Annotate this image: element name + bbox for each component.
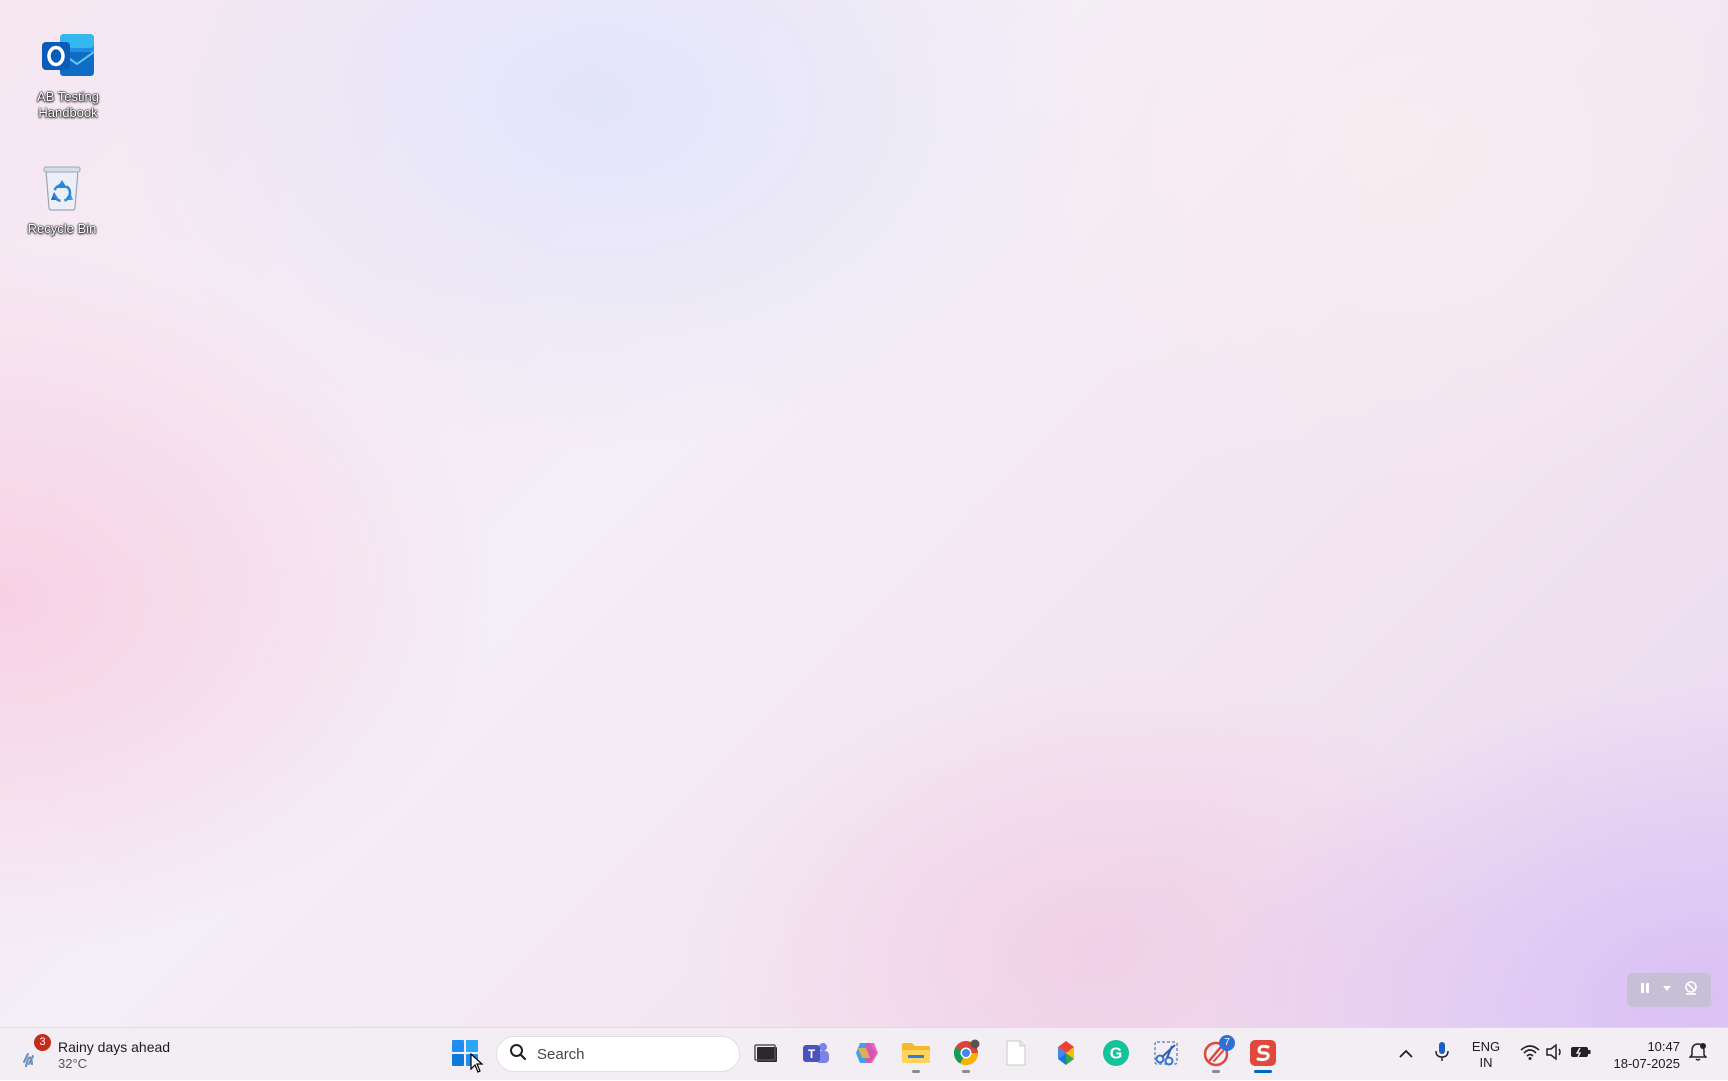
microphone-icon	[1434, 1041, 1450, 1068]
svg-text:G: G	[1110, 1045, 1122, 1062]
grammarly-icon: G	[1102, 1039, 1130, 1072]
notification-center-button[interactable]	[1686, 1028, 1710, 1081]
language-code: ENG	[1471, 1038, 1501, 1054]
quick-settings-button[interactable]	[1514, 1028, 1598, 1081]
chrome-icon	[952, 1039, 980, 1072]
search-label: Search	[537, 1045, 585, 1063]
taskbar-app-photos[interactable]	[1046, 1036, 1086, 1074]
svg-text:T: T	[808, 1047, 816, 1061]
teams-icon: T	[802, 1040, 830, 1071]
dropdown-icon[interactable]	[1661, 981, 1673, 999]
app-notification-badge: 7	[1219, 1035, 1235, 1051]
rain-cloud-icon	[20, 1053, 50, 1074]
running-indicator	[962, 1070, 970, 1073]
volume-icon	[1546, 1043, 1564, 1065]
taskbar-app-copilot[interactable]	[846, 1036, 886, 1074]
battery-icon	[1570, 1045, 1592, 1064]
running-indicator	[912, 1070, 920, 1073]
photos-icon	[1052, 1039, 1080, 1072]
weather-notification-badge: 3	[34, 1034, 51, 1051]
pause-icon[interactable]	[1638, 981, 1652, 1000]
show-hidden-icons-button[interactable]	[1394, 1028, 1418, 1081]
chevron-up-icon	[1399, 1046, 1413, 1064]
recycle-bin-icon	[40, 162, 84, 217]
bell-icon	[1688, 1042, 1708, 1067]
taskbar-app-task-view[interactable]	[746, 1036, 786, 1074]
taskbar-search-box[interactable]: Search	[496, 1036, 740, 1072]
taskbar-app-chrome[interactable]	[946, 1036, 986, 1074]
desktop-icon-label: Recycle Bin	[27, 221, 97, 236]
wifi-icon	[1520, 1044, 1540, 1065]
folder-icon	[901, 1041, 931, 1070]
region-code: IN	[1479, 1054, 1493, 1070]
screen-capture-icon[interactable]	[1682, 979, 1700, 1002]
mouse-cursor-icon	[470, 1052, 484, 1078]
taskbar-app-teams[interactable]: T	[796, 1036, 836, 1074]
weather-title: Rainy days ahead	[58, 1038, 171, 1055]
taskbar-app-snipping-tool[interactable]	[1146, 1036, 1186, 1074]
taskbar-app-grammarly[interactable]: G	[1096, 1036, 1136, 1074]
clock-date-button[interactable]: 10:47 18-07-2025	[1604, 1028, 1681, 1081]
desktop-icon-ab-testing-handbook[interactable]: AB Testing Handbook	[20, 30, 116, 121]
outlook-icon	[40, 30, 96, 85]
taskbar-app-file-explorer[interactable]	[896, 1036, 936, 1074]
running-indicator	[1254, 1070, 1272, 1073]
desktop-icon-recycle-bin[interactable]: Recycle Bin	[14, 162, 110, 237]
search-icon	[509, 1043, 527, 1066]
desktop[interactable]: AB Testing Handbook Recycle Bin	[0, 0, 1728, 1027]
wps-icon	[1249, 1039, 1277, 1072]
task-view-icon	[753, 1041, 779, 1070]
clock-date: 18-07-2025	[1613, 1055, 1681, 1071]
taskbar-app-with-badge[interactable]: 7	[1196, 1035, 1236, 1074]
recording-control-widget[interactable]	[1627, 973, 1711, 1007]
blank-document-icon	[1005, 1040, 1027, 1071]
taskbar-app-notepad[interactable]	[996, 1036, 1036, 1074]
input-language-indicator[interactable]: ENG IN	[1464, 1028, 1508, 1081]
copilot-icon	[852, 1040, 880, 1071]
desktop-icon-label: AB Testing Handbook	[37, 89, 99, 120]
microphone-button[interactable]	[1430, 1028, 1454, 1081]
running-indicator	[1212, 1070, 1220, 1073]
weather-widget[interactable]: 3 Rainy days ahead 32°C	[20, 1034, 171, 1074]
scissors-icon	[1152, 1039, 1180, 1072]
taskbar: 3 Rainy days ahead 32°C Search T G 7 ENG…	[0, 1027, 1728, 1080]
taskbar-app-wps[interactable]	[1243, 1036, 1283, 1074]
weather-temperature: 32°C	[58, 1055, 88, 1071]
clock-time: 10:47	[1647, 1038, 1680, 1054]
